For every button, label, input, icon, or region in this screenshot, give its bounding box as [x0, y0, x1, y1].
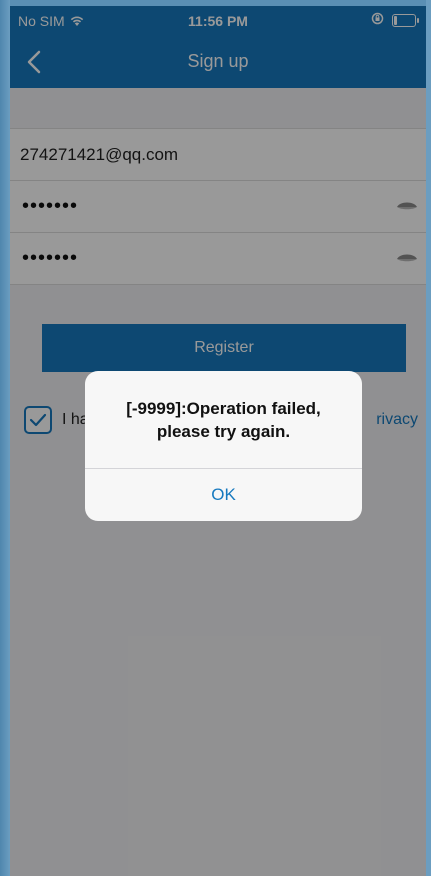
right-edge [426, 0, 431, 876]
alert-message-line1: [-9999]:Operation failed, [126, 399, 321, 418]
error-alert: [-9999]:Operation failed, please try aga… [85, 371, 362, 521]
modal-backdrop-top [10, 6, 426, 88]
alert-message: [-9999]:Operation failed, please try aga… [97, 397, 350, 443]
alert-message-line2: please try again. [156, 422, 291, 441]
left-edge [0, 0, 10, 876]
alert-ok-button[interactable]: OK [85, 469, 362, 521]
phone-screen: No SIM 11:56 PM Sign up 274271421@qq.com… [10, 6, 426, 876]
